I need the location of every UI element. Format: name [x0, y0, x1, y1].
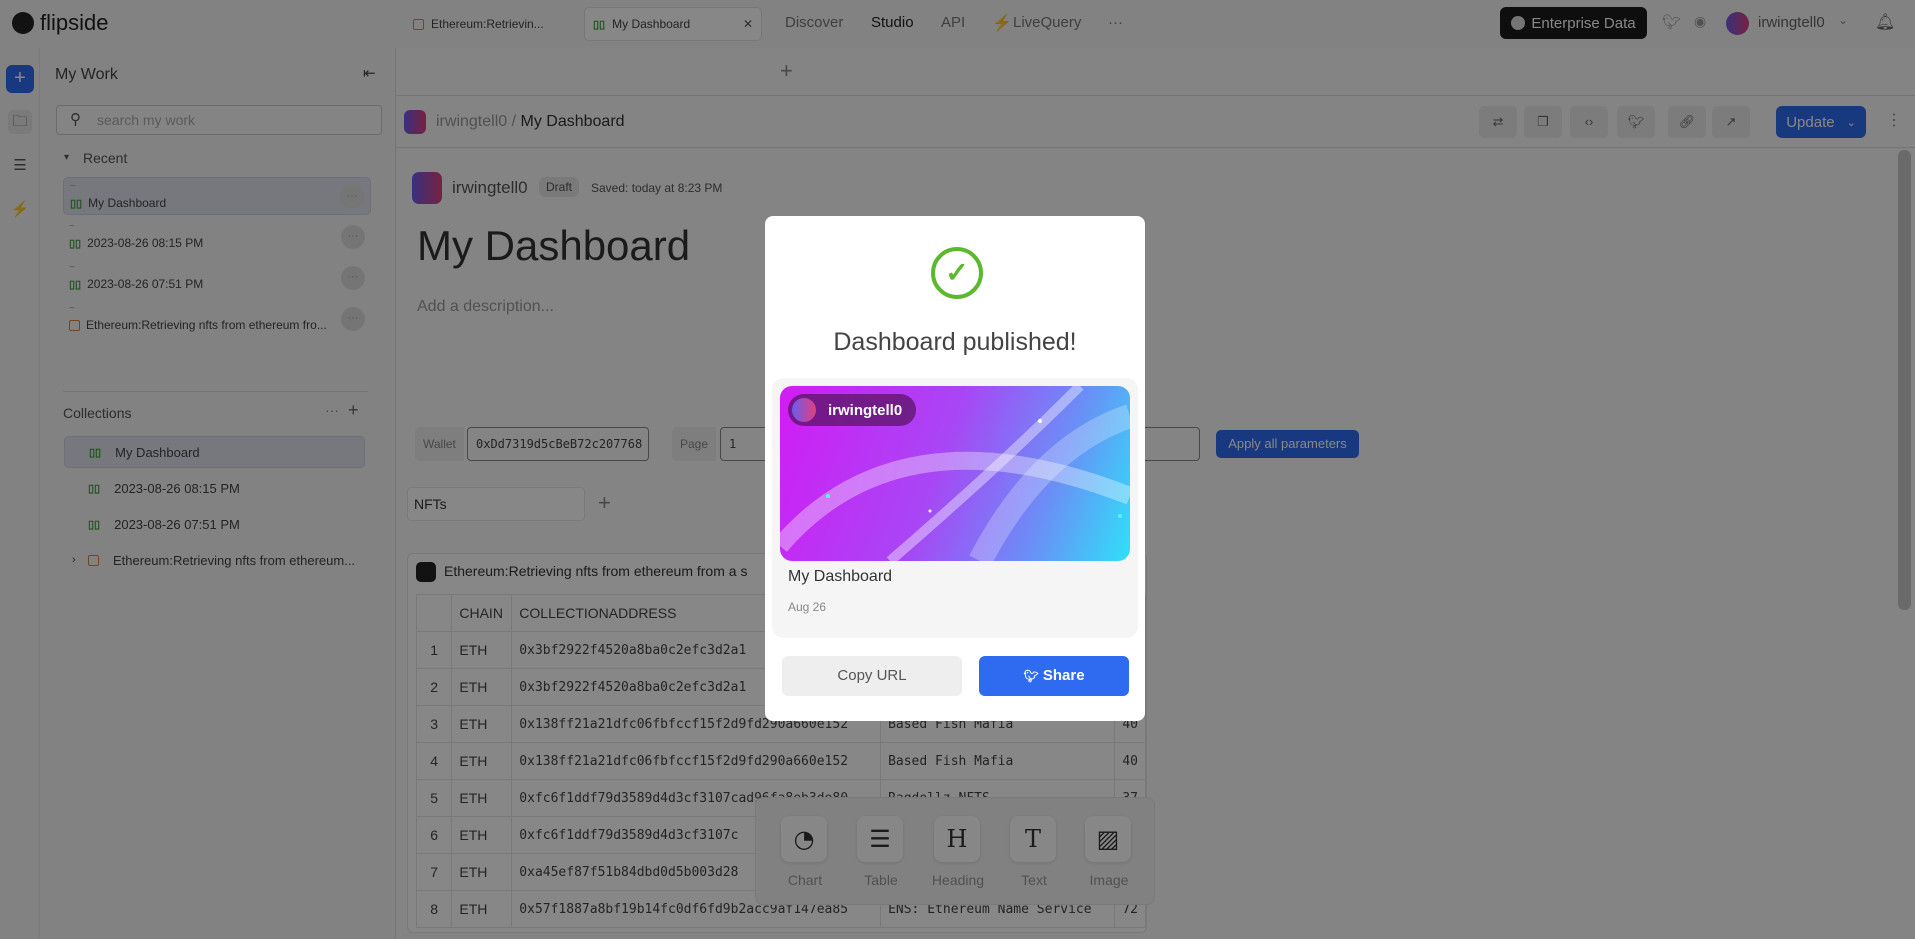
- dashboard-preview-card[interactable]: irwingtell0 My Dashboard Aug 26: [772, 378, 1138, 638]
- check-circle-icon: ✓: [931, 247, 983, 299]
- card-title: My Dashboard: [788, 568, 893, 585]
- twitter-icon: 🐦︎: [1023, 669, 1039, 683]
- user-avatar: [792, 398, 816, 422]
- author-chip: irwingtell0: [788, 394, 917, 426]
- card-date: Aug 26: [788, 600, 827, 614]
- copy-url-button[interactable]: Copy URL: [782, 656, 962, 696]
- modal-title: Dashboard published!: [833, 328, 1077, 356]
- publish-modal: ✓ Dashboard published! irwingtell0 My Da…: [765, 216, 1145, 721]
- share-button[interactable]: 🐦︎ Share: [979, 656, 1129, 696]
- dashboard-cover-image: irwingtell0: [780, 386, 1130, 561]
